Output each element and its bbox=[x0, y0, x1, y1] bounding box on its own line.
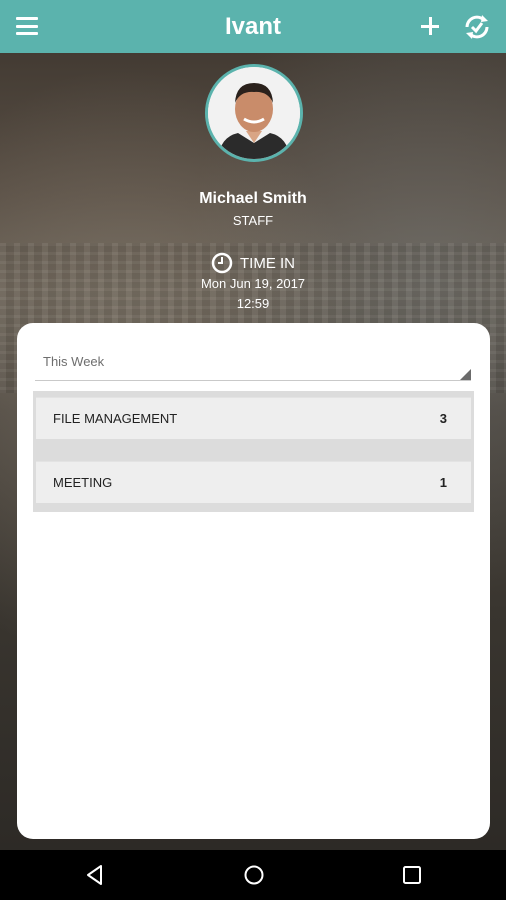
list-item-count: 3 bbox=[439, 411, 447, 426]
app-bar: Ivant bbox=[0, 0, 506, 53]
time-in-time: 12:59 bbox=[236, 296, 270, 311]
user-role: STAFF bbox=[232, 213, 274, 228]
back-triangle-icon[interactable] bbox=[83, 863, 107, 887]
list-item-count: 1 bbox=[439, 475, 447, 490]
period-dropdown-value: This Week bbox=[43, 354, 105, 369]
home-circle-icon[interactable] bbox=[242, 863, 266, 887]
list-item[interactable]: MEETING 1 bbox=[36, 461, 471, 503]
time-in-date: Mon Jun 19, 2017 bbox=[200, 276, 306, 291]
sync-check-icon[interactable] bbox=[462, 12, 492, 42]
period-dropdown[interactable]: This Week bbox=[35, 353, 471, 381]
avatar-photo bbox=[208, 67, 300, 159]
app-title: Ivant bbox=[224, 12, 281, 40]
recents-square-icon[interactable] bbox=[401, 864, 423, 886]
avatar[interactable] bbox=[205, 64, 303, 162]
list-item-label: MEETING bbox=[53, 475, 113, 490]
summary-card: This Week FILE MANAGEMENT 3 MEETING 1 bbox=[17, 323, 490, 839]
clock-icon bbox=[211, 252, 233, 274]
list-item-label: FILE MANAGEMENT bbox=[53, 411, 178, 426]
time-status-label: TIME IN bbox=[240, 254, 295, 272]
hamburger-menu-icon[interactable] bbox=[14, 14, 40, 38]
dropdown-arrow-icon bbox=[460, 369, 471, 380]
plus-icon[interactable] bbox=[418, 14, 442, 40]
user-name: Michael Smith bbox=[199, 190, 307, 207]
time-status: TIME IN bbox=[0, 252, 506, 274]
list-item[interactable]: FILE MANAGEMENT 3 bbox=[36, 397, 471, 439]
system-nav-bar bbox=[0, 850, 506, 900]
activity-list: FILE MANAGEMENT 3 MEETING 1 bbox=[33, 391, 474, 512]
